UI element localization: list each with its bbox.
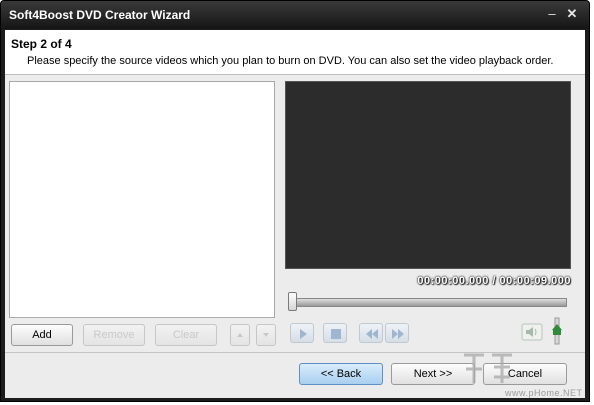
move-up-button[interactable] (230, 324, 250, 346)
seek-handle[interactable] (288, 292, 297, 311)
minimize-button[interactable]: – (543, 5, 561, 23)
move-down-button[interactable] (256, 324, 276, 346)
time-separator: / (492, 275, 496, 287)
current-time: 00:00:00.000 (417, 275, 489, 287)
clear-button[interactable]: Clear (155, 324, 217, 346)
step-title: Step 2 of 4 (11, 37, 72, 51)
arrow-down-icon (263, 333, 269, 337)
stop-icon (331, 329, 341, 339)
fast-forward-icon (392, 329, 404, 339)
add-button[interactable]: Add (11, 324, 73, 346)
seek-bar[interactable] (289, 298, 567, 307)
speaker-icon[interactable] (521, 322, 543, 342)
wizard-window: Soft4Boost DVD Creator Wizard – ✕ Step 2… (0, 0, 590, 402)
play-button[interactable] (290, 323, 314, 343)
cancel-button[interactable]: Cancel (483, 363, 567, 385)
step-header: Step 2 of 4 Please specify the source vi… (5, 30, 585, 75)
close-button[interactable]: ✕ (563, 5, 581, 23)
video-preview (285, 81, 571, 269)
next-button[interactable]: Next >> (391, 363, 475, 385)
total-time: 00:00:09.000 (499, 275, 571, 287)
volume-slider[interactable] (550, 316, 564, 346)
remove-button[interactable]: Remove (83, 324, 145, 346)
watermark-text: www.pHome.NET (505, 388, 583, 398)
wizard-content: Step 2 of 4 Please specify the source vi… (5, 30, 585, 398)
arrow-up-icon (237, 333, 243, 337)
stop-button[interactable] (323, 323, 347, 343)
title-bar[interactable]: Soft4Boost DVD Creator Wizard – ✕ (1, 1, 589, 29)
back-button[interactable]: << Back (299, 363, 383, 385)
footer-divider (5, 352, 585, 353)
fast-forward-button[interactable] (385, 323, 409, 343)
source-video-list[interactable] (9, 81, 275, 318)
step-description: Please specify the source videos which y… (27, 55, 554, 67)
play-icon (300, 329, 307, 339)
rewind-button[interactable] (359, 323, 383, 343)
time-readout: 00:00:00.000 / 00:00:09.000 (405, 275, 571, 287)
rewind-icon (366, 329, 378, 339)
window-title: Soft4Boost DVD Creator Wizard (9, 8, 191, 22)
